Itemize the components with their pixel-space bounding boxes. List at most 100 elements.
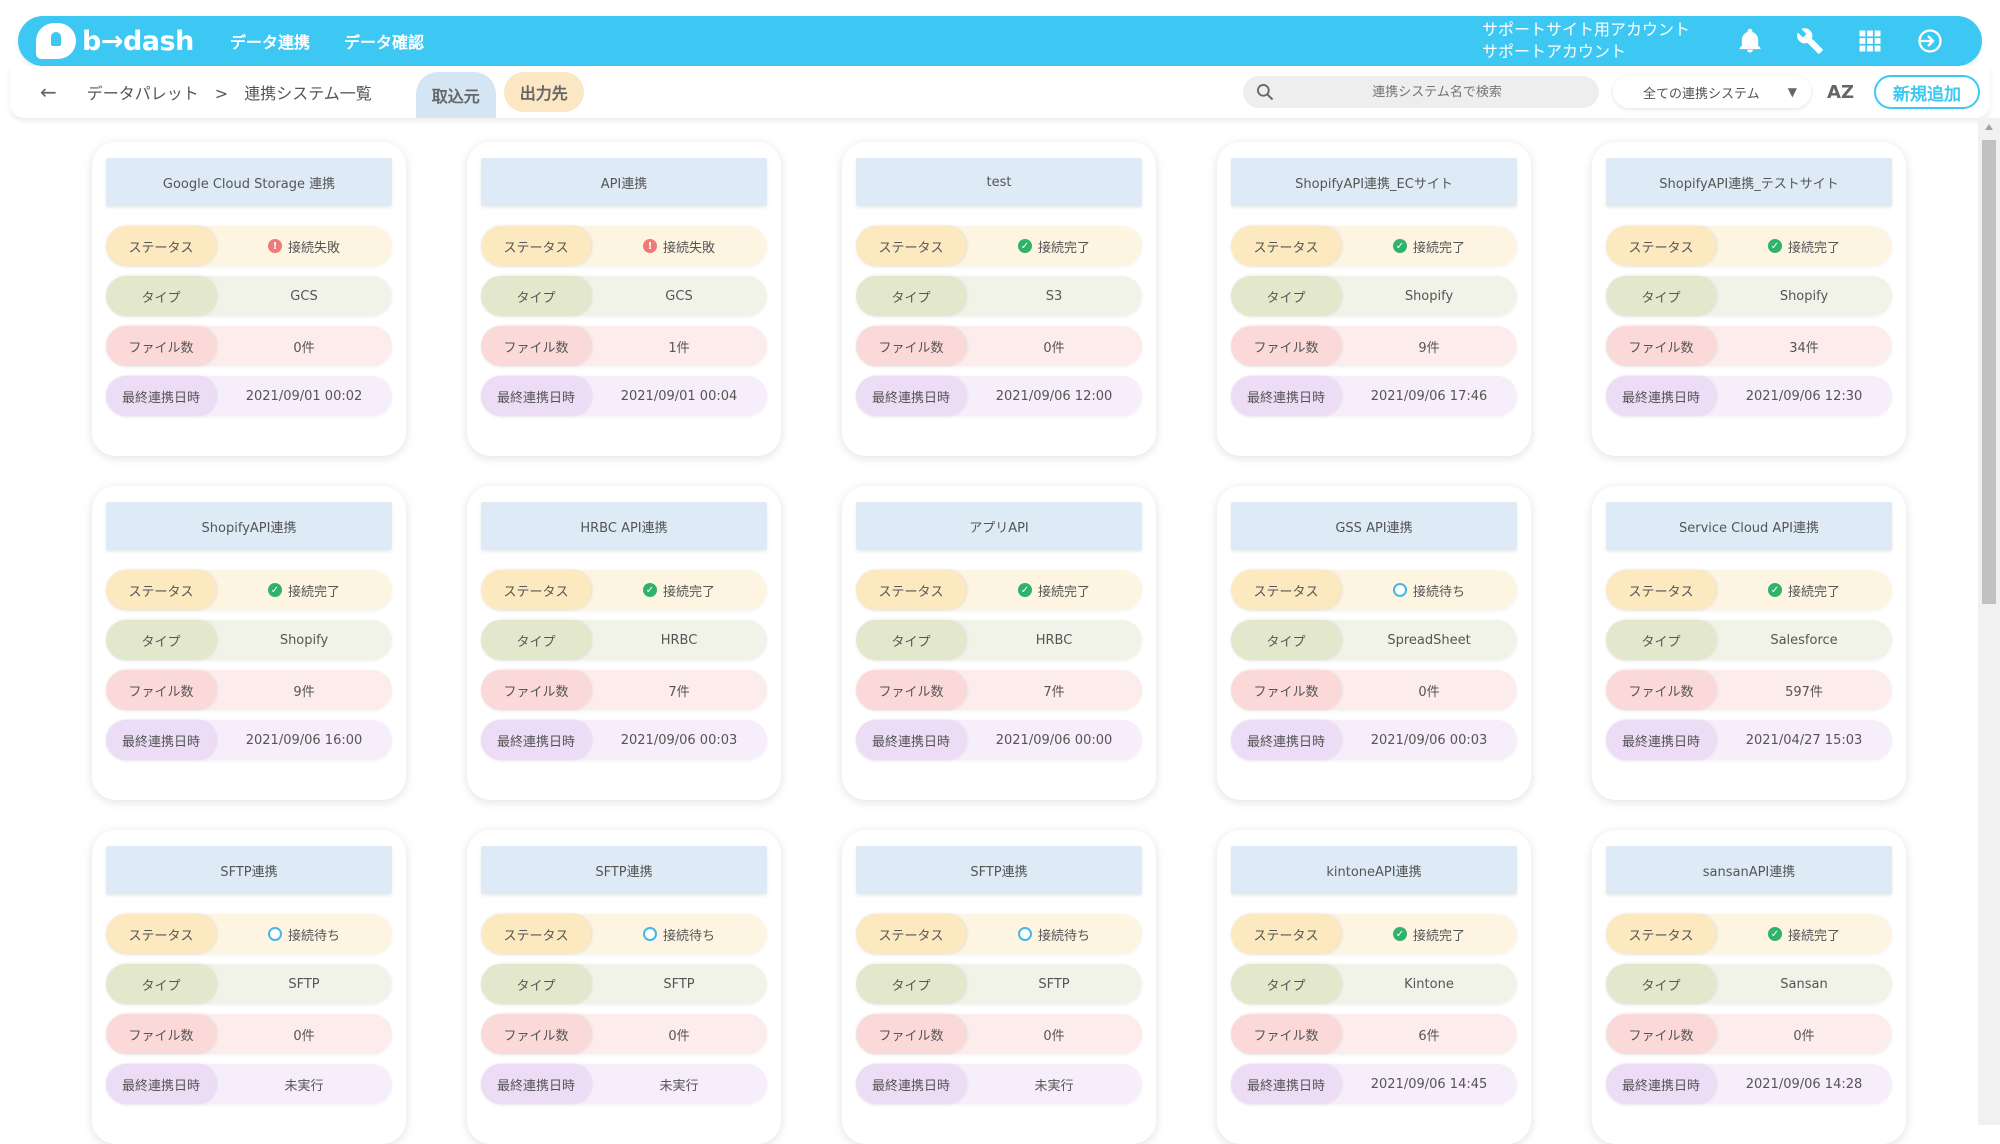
breadcrumb-current: 連携システム一覧 — [244, 84, 372, 103]
status-row: ステータス ✓ 接続完了 — [1606, 570, 1892, 610]
file-count-label: ファイル数 — [856, 670, 966, 710]
integration-card[interactable]: GSS API連携 ステータス 接続待ち タイプ SpreadSheet ファイ… — [1217, 486, 1531, 800]
status-text: 接続完了 — [1037, 240, 1090, 256]
integration-card[interactable]: ShopifyAPI連携_ECサイト ステータス ✓ 接続完了 タイプ Shop… — [1217, 142, 1531, 456]
last-sync-value: 未実行 — [1034, 1078, 1074, 1094]
status-text: 接続完了 — [1787, 928, 1840, 944]
integration-card[interactable]: HRBC API連携 ステータス ✓ 接続完了 タイプ HRBC ファイル数 7… — [467, 486, 781, 800]
integration-card[interactable]: test ステータス ✓ 接続完了 タイプ S3 ファイル数 0件 最終連携日時… — [842, 142, 1156, 456]
search-input[interactable] — [1275, 84, 1600, 100]
wrench-icon[interactable] — [1780, 16, 1840, 66]
nav-data-integration[interactable]: データ連携 — [230, 29, 310, 53]
status-value: ! 接続失敗 — [591, 237, 767, 256]
back-arrow-icon[interactable]: ← — [40, 80, 57, 104]
card-title: Google Cloud Storage 連携 — [106, 158, 392, 206]
last-sync-label: 最終連携日時 — [106, 1064, 216, 1104]
integration-card[interactable]: SFTP連携 ステータス 接続待ち タイプ SFTP ファイル数 0件 最終連携… — [842, 830, 1156, 1144]
last-sync-label: 最終連携日時 — [1231, 720, 1341, 760]
last-sync-row: 最終連携日時 2021/09/06 12:30 — [1606, 376, 1892, 416]
status-row: ステータス 接続待ち — [106, 914, 392, 954]
scrollbar[interactable] — [1978, 118, 2000, 1125]
scroll-up-arrow-icon[interactable] — [1985, 124, 1993, 130]
last-sync-label: 最終連携日時 — [856, 720, 966, 760]
bell-icon[interactable] — [1720, 16, 1780, 66]
last-sync-label: 最終連携日時 — [1606, 376, 1716, 416]
status-value: ✓ 接続完了 — [1716, 581, 1892, 600]
last-sync-row: 最終連携日時 2021/09/06 00:03 — [1231, 720, 1517, 760]
integration-card[interactable]: Service Cloud API連携 ステータス ✓ 接続完了 タイプ Sal… — [1592, 486, 1906, 800]
integration-card[interactable]: sansanAPI連携 ステータス ✓ 接続完了 タイプ Sansan ファイル… — [1592, 830, 1906, 1144]
system-filter-select[interactable]: 全ての連携システム ▼ — [1613, 76, 1811, 108]
status-label: ステータス — [1231, 570, 1341, 610]
status-label: ステータス — [481, 570, 591, 610]
file-count-value: 34件 — [1789, 340, 1819, 356]
type-value: SFTP — [1038, 976, 1070, 992]
file-count-label: ファイル数 — [106, 326, 216, 366]
error-circle-icon: ! — [642, 239, 657, 253]
type-label: タイプ — [1231, 276, 1341, 316]
waiting-icon — [1392, 583, 1407, 597]
logout-icon[interactable] — [1900, 16, 1960, 66]
file-count-row: ファイル数 9件 — [1231, 326, 1517, 366]
nav-data-check[interactable]: データ確認 — [344, 29, 424, 53]
type-row: タイプ Shopify — [1231, 276, 1517, 316]
breadcrumb-root[interactable]: データパレット — [87, 84, 199, 103]
integration-card[interactable]: ShopifyAPI連携 ステータス ✓ 接続完了 タイプ Shopify ファ… — [92, 486, 406, 800]
add-new-button[interactable]: 新規追加 — [1874, 75, 1980, 109]
grid-menu-icon[interactable] — [1840, 16, 1900, 66]
account-info[interactable]: サポートサイト用アカウント サポートアカウント — [1482, 19, 1690, 63]
last-sync-label: 最終連携日時 — [856, 376, 966, 416]
last-sync-label: 最終連携日時 — [1231, 1064, 1341, 1104]
status-text: 接続完了 — [287, 584, 340, 600]
status-text: 接続完了 — [1412, 240, 1465, 256]
tab-output-destination[interactable]: 出力先 — [503, 72, 584, 112]
last-sync-value: 2021/09/06 00:03 — [620, 732, 738, 748]
last-sync-row: 最終連携日時 2021/09/01 00:04 — [481, 376, 767, 416]
system-filter-value: 全ての連携システム — [1643, 86, 1760, 102]
type-label: タイプ — [856, 964, 966, 1004]
type-row: タイプ S3 — [856, 276, 1142, 316]
integration-card[interactable]: SFTP連携 ステータス 接続待ち タイプ SFTP ファイル数 0件 最終連携… — [467, 830, 781, 1144]
type-row: タイプ Salesforce — [1606, 620, 1892, 660]
status-label: ステータス — [106, 226, 216, 266]
integration-card[interactable]: kintoneAPI連携 ステータス ✓ 接続完了 タイプ Kintone ファ… — [1217, 830, 1531, 1144]
status-text: 接続待ち — [1412, 584, 1465, 600]
integration-card[interactable]: API連携 ステータス ! 接続失敗 タイプ GCS ファイル数 1件 最終連携… — [467, 142, 781, 456]
file-count-value: 7件 — [1043, 684, 1065, 700]
type-label: タイプ — [106, 964, 216, 1004]
last-sync-label: 最終連携日時 — [481, 376, 591, 416]
last-sync-row: 最終連携日時 2021/09/01 00:02 — [106, 376, 392, 416]
tab-import-source[interactable]: 取込元 — [415, 72, 496, 118]
status-text: 接続完了 — [1787, 240, 1840, 256]
last-sync-row: 最終連携日時 2021/09/06 12:00 — [856, 376, 1142, 416]
file-count-row: ファイル数 597件 — [1606, 670, 1892, 710]
last-sync-label: 最終連携日時 — [481, 1064, 591, 1104]
integration-card[interactable]: Google Cloud Storage 連携 ステータス ! 接続失敗 タイプ… — [92, 142, 406, 456]
status-row: ステータス 接続待ち — [1231, 570, 1517, 610]
integration-card[interactable]: SFTP連携 ステータス 接続待ち タイプ SFTP ファイル数 0件 最終連携… — [92, 830, 406, 1144]
file-count-value: 0件 — [668, 1028, 690, 1044]
last-sync-value: 2021/09/06 12:30 — [1745, 388, 1863, 404]
check-circle-icon: ✓ — [642, 583, 657, 597]
status-text: 接続待ち — [287, 928, 340, 944]
last-sync-value: 2021/09/01 00:04 — [620, 388, 738, 404]
last-sync-value: 2021/09/06 16:00 — [245, 732, 363, 748]
integration-card[interactable]: アプリAPI ステータス ✓ 接続完了 タイプ HRBC ファイル数 7件 最終… — [842, 486, 1156, 800]
file-count-label: ファイル数 — [106, 670, 216, 710]
type-row: タイプ Sansan — [1606, 964, 1892, 1004]
type-row: タイプ Shopify — [106, 620, 392, 660]
sort-az-icon[interactable]: AZ — [1827, 82, 1854, 103]
card-title: ShopifyAPI連携_ECサイト — [1231, 158, 1517, 206]
type-value: Shopify — [279, 632, 329, 648]
last-sync-row: 最終連携日時 未実行 — [856, 1064, 1142, 1104]
card-title: Service Cloud API連携 — [1606, 502, 1892, 550]
type-label: タイプ — [481, 276, 591, 316]
logo[interactable]: b→dash — [36, 23, 196, 59]
status-value: ✓ 接続完了 — [966, 237, 1142, 256]
integration-card[interactable]: ShopifyAPI連携_テストサイト ステータス ✓ 接続完了 タイプ Sho… — [1592, 142, 1906, 456]
status-row: ステータス ✓ 接続完了 — [1231, 226, 1517, 266]
type-value: Shopify — [1779, 288, 1829, 304]
scroll-thumb[interactable] — [1982, 140, 1996, 604]
last-sync-row: 最終連携日時 2021/09/06 00:00 — [856, 720, 1142, 760]
status-text: 接続完了 — [1037, 584, 1090, 600]
